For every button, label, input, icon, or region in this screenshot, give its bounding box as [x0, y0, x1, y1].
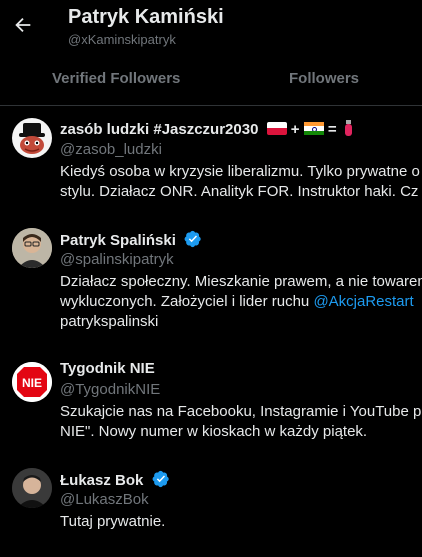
profile-header: Patryk Kamiński @xKaminskipatryk	[0, 0, 422, 55]
follower-handle: @TygodnikNIE	[60, 381, 161, 398]
follower-bio-line: stylu. Działacz ONR. Analityk FOR. Instr…	[60, 183, 419, 200]
list-item[interactable]: NIE Tygodnik NIE @TygodnikNIE Szukajcie …	[0, 350, 422, 460]
avatar[interactable]	[12, 118, 52, 158]
page-title: Patryk Kamiński	[68, 6, 224, 28]
follower-bio-line: Kiedyś osoba w kryzysie liberalizmu. Tyl…	[60, 163, 420, 180]
back-arrow-icon[interactable]	[12, 14, 34, 36]
mention-link[interactable]: @AkcjaRestart	[313, 293, 413, 310]
follower-bio-line: Działacz społeczny. Mieszkanie prawem, a…	[60, 273, 422, 290]
fire-extinguisher-icon	[343, 120, 353, 136]
follower-name[interactable]: Patryk Spaliński	[60, 230, 202, 249]
follower-bio-line: NIE". Nowy numer w kioskach w każdy piąt…	[60, 423, 368, 440]
tab-bar: Verified Followers Followers	[0, 55, 422, 106]
follower-handle: @LukaszBok	[60, 491, 149, 508]
avatar[interactable]	[12, 468, 52, 508]
verified-badge-icon	[184, 230, 201, 248]
follower-bio-line: Szukajcie nas na Facebooku, Instagramie …	[60, 403, 422, 420]
list-item[interactable]: Łukasz Bok @LukaszBok Tutaj prywatnie.	[0, 460, 422, 557]
avatar-logo-text: NIE	[22, 376, 42, 390]
tab-verified-followers[interactable]: Verified Followers	[52, 55, 180, 105]
verified-badge-icon	[152, 470, 169, 488]
page-handle: @xKaminskipatryk	[68, 32, 176, 47]
follower-name[interactable]: Tygodnik NIE	[60, 360, 155, 377]
follower-bio-line: Tutaj prywatnie.	[60, 513, 166, 530]
follower-name[interactable]: Łukasz Bok	[60, 470, 170, 489]
follower-name[interactable]: zasób ludzki #Jaszczur2030 + =	[60, 120, 353, 138]
follower-handle: @spalinskipatryk	[60, 251, 174, 268]
follower-bio-line: patrykspalinski	[60, 313, 159, 330]
list-item[interactable]: Patryk Spaliński @spalinskipatryk Działa…	[0, 215, 422, 350]
poland-flag-icon	[266, 122, 287, 135]
india-flag-icon	[303, 122, 324, 135]
tab-followers[interactable]: Followers	[289, 55, 359, 105]
list-item[interactable]: zasób ludzki #Jaszczur2030 + = @zasob_lu…	[0, 105, 422, 215]
follower-bio-line: wykluczonych. Założyciel i lider ruchu @…	[60, 293, 414, 310]
follower-handle: @zasob_ludzki	[60, 141, 162, 158]
avatar[interactable]	[12, 228, 52, 268]
avatar[interactable]: NIE	[12, 362, 52, 402]
